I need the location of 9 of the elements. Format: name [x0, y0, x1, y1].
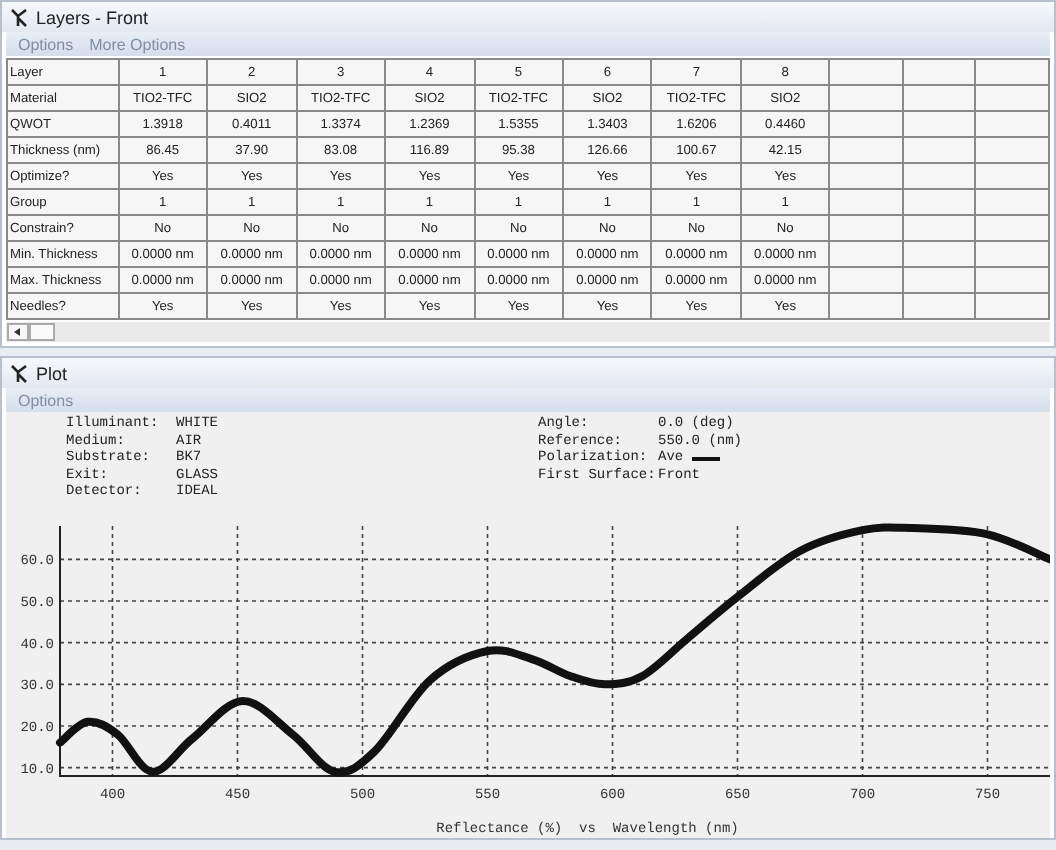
legend-line	[691, 455, 720, 462]
horizontal-scrollbar[interactable]	[6, 322, 1050, 342]
menu-item[interactable]: Options	[18, 35, 74, 53]
menu-item[interactable]: More Options	[89, 35, 186, 53]
menu-item[interactable]: Options	[18, 391, 74, 409]
app-icon	[10, 363, 28, 383]
window-title: Plot	[36, 363, 68, 383]
window-title: Layers - Front	[36, 7, 149, 27]
app-icon	[10, 7, 28, 27]
